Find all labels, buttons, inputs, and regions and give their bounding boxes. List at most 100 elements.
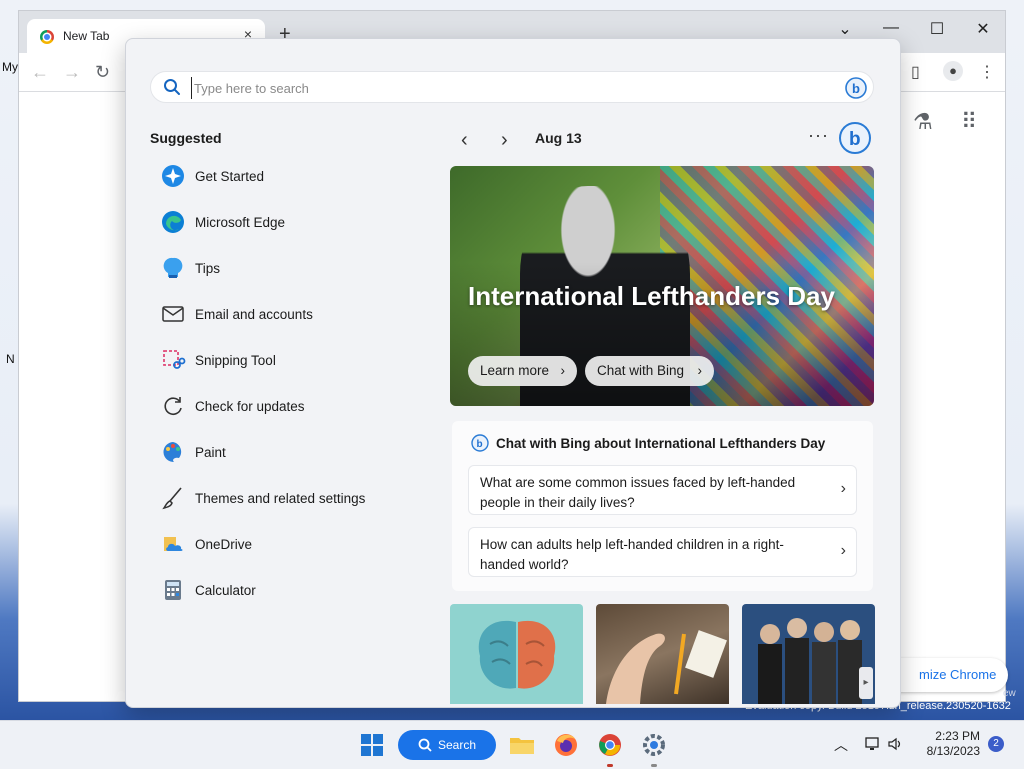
suggested-item-paint[interactable]: Paint bbox=[160, 432, 420, 478]
reload-icon[interactable]: ↻ bbox=[95, 62, 110, 83]
search-input[interactable] bbox=[191, 77, 796, 99]
suggested-item-label: Calculator bbox=[195, 583, 256, 598]
chevron-right-icon: › bbox=[560, 363, 566, 378]
suggested-item-microsoft-edge[interactable]: Microsoft Edge bbox=[160, 202, 420, 248]
suggested-item-themes[interactable]: Themes and related settings bbox=[160, 478, 420, 524]
chrome-running-indicator bbox=[607, 764, 613, 767]
next-day-icon[interactable]: › bbox=[501, 129, 508, 152]
edge-icon bbox=[162, 211, 184, 233]
taskbar: Search ︿ 2:23 PM 8/13/2023 2 bbox=[0, 720, 1024, 769]
chevron-right-icon: › bbox=[697, 363, 703, 378]
more-menu-icon[interactable]: ⋮ bbox=[979, 62, 995, 82]
chat-with-bing-label: Chat with Bing bbox=[597, 363, 685, 378]
suggested-item-tips[interactable]: Tips bbox=[160, 248, 420, 294]
clock-date: 8/13/2023 bbox=[926, 744, 980, 758]
learn-more-button[interactable]: Learn more › bbox=[468, 356, 577, 386]
suggested-item-get-started[interactable]: Get Started bbox=[160, 156, 420, 202]
search-icon bbox=[164, 79, 180, 95]
side-panel-icon[interactable]: ▯ bbox=[911, 62, 920, 82]
system-clock[interactable]: 2:23 PM 8/13/2023 bbox=[920, 729, 980, 759]
hand-pencil-image bbox=[606, 630, 727, 704]
settings-running-indicator bbox=[651, 764, 657, 767]
feed-header: ‹ › Aug 13 ··· b bbox=[451, 121, 876, 163]
minimize-button[interactable]: — bbox=[879, 19, 903, 37]
thumbnail-band[interactable] bbox=[742, 604, 875, 704]
settings-gear-icon[interactable] bbox=[640, 731, 668, 759]
brush-icon bbox=[162, 487, 182, 510]
tips-icon bbox=[163, 257, 183, 278]
previous-day-icon[interactable]: ‹ bbox=[461, 129, 468, 152]
bing-question[interactable]: What are some common issues faced by lef… bbox=[468, 465, 857, 515]
desktop-icon-label[interactable]: My bbox=[2, 60, 18, 74]
snipping-tool-icon bbox=[163, 350, 186, 369]
notification-badge[interactable]: 2 bbox=[988, 736, 1004, 752]
customize-chrome-label: mize Chrome bbox=[919, 667, 997, 682]
watermark-edge: ew bbox=[1003, 688, 1016, 699]
hero-card[interactable]: International Lefthanders Day Learn more… bbox=[450, 166, 874, 406]
brain-image bbox=[478, 620, 556, 689]
start-search-box[interactable]: b bbox=[150, 71, 874, 103]
suggested-item-label: Get Started bbox=[195, 169, 265, 184]
close-window-button[interactable]: ✕ bbox=[971, 19, 995, 39]
suggested-item-label: Microsoft Edge bbox=[195, 215, 286, 230]
thumbnail-hand-notepad[interactable] bbox=[596, 604, 729, 704]
bing-icon: b bbox=[471, 434, 489, 452]
start-button-windows-icon[interactable] bbox=[358, 731, 386, 759]
thumbnail-brain[interactable] bbox=[450, 604, 583, 704]
suggested-item-label: Check for updates bbox=[195, 399, 305, 414]
paint-icon bbox=[163, 442, 182, 463]
suggested-item-label: Snipping Tool bbox=[195, 353, 276, 368]
taskbar-search-button[interactable]: Search bbox=[398, 730, 496, 760]
bing-question[interactable]: How can adults help left-handed children… bbox=[468, 527, 857, 577]
bing-chat-heading: Chat with Bing about International Lefth… bbox=[496, 436, 826, 451]
suggested-item-calculator[interactable]: Calculator bbox=[160, 570, 420, 616]
suggested-item-label: Themes and related settings bbox=[195, 491, 366, 506]
chrome-taskbar-icon[interactable] bbox=[596, 731, 624, 759]
suggested-item-label: Tips bbox=[195, 261, 221, 276]
svg-text:b: b bbox=[852, 81, 860, 96]
tab-search-icon[interactable]: ⌄ bbox=[833, 19, 857, 39]
bing-chat-card: b Chat with Bing about International Lef… bbox=[452, 421, 873, 591]
tab-title: New Tab bbox=[63, 29, 110, 43]
band-photo-image bbox=[758, 618, 862, 704]
question-text: What are some common issues faced by lef… bbox=[480, 475, 796, 510]
suggested-item-email-accounts[interactable]: Email and accounts bbox=[160, 294, 420, 340]
forward-icon[interactable]: → bbox=[63, 62, 81, 83]
svg-text:b: b bbox=[849, 129, 861, 150]
suggested-item-label: OneDrive bbox=[195, 537, 253, 552]
suggested-list: Get Started Microsoft Edge Tips Email an… bbox=[160, 156, 420, 616]
volume-icon[interactable] bbox=[888, 737, 904, 751]
svg-text:b: b bbox=[477, 439, 483, 450]
calculator-icon bbox=[165, 580, 181, 600]
onedrive-icon bbox=[164, 537, 183, 551]
network-icon[interactable] bbox=[865, 737, 881, 751]
learn-more-label: Learn more bbox=[480, 363, 550, 378]
profile-avatar[interactable]: ● bbox=[943, 61, 963, 81]
suggested-item-snipping-tool[interactable]: Snipping Tool bbox=[160, 340, 420, 386]
more-options-icon[interactable]: ··· bbox=[808, 125, 829, 146]
refresh-icon bbox=[164, 397, 182, 415]
hero-title: International Lefthanders Day bbox=[468, 281, 835, 311]
feed-date: Aug 13 bbox=[535, 130, 582, 146]
bing-icon[interactable]: b bbox=[845, 77, 867, 99]
taskbar-search-label: Search bbox=[438, 738, 477, 752]
carousel-scroll-right[interactable]: ▸ bbox=[859, 667, 873, 699]
firefox-icon[interactable] bbox=[552, 731, 580, 759]
get-started-icon bbox=[162, 165, 184, 187]
labs-flask-icon[interactable]: ⚗ bbox=[913, 109, 933, 135]
chevron-right-icon: › bbox=[840, 542, 846, 559]
start-menu: b Suggested Get Started Microsoft Edge T… bbox=[125, 38, 901, 708]
suggested-item-onedrive[interactable]: OneDrive bbox=[160, 524, 420, 570]
question-text: How can adults help left-handed children… bbox=[480, 537, 784, 572]
chat-with-bing-button[interactable]: Chat with Bing › bbox=[585, 356, 714, 386]
back-icon[interactable]: ← bbox=[31, 62, 49, 83]
file-explorer-icon[interactable] bbox=[508, 731, 536, 759]
bing-chat-icon[interactable]: b bbox=[838, 121, 872, 155]
apps-grid-icon[interactable]: ⠿ bbox=[961, 109, 977, 135]
desktop-icon-label[interactable]: N bbox=[6, 352, 15, 366]
maximize-button[interactable]: ☐ bbox=[925, 19, 949, 39]
suggested-item-label: Paint bbox=[195, 445, 226, 460]
suggested-item-check-updates[interactable]: Check for updates bbox=[160, 386, 420, 432]
suggested-heading: Suggested bbox=[150, 130, 222, 146]
chevron-up-icon[interactable]: ︿ bbox=[834, 735, 848, 755]
